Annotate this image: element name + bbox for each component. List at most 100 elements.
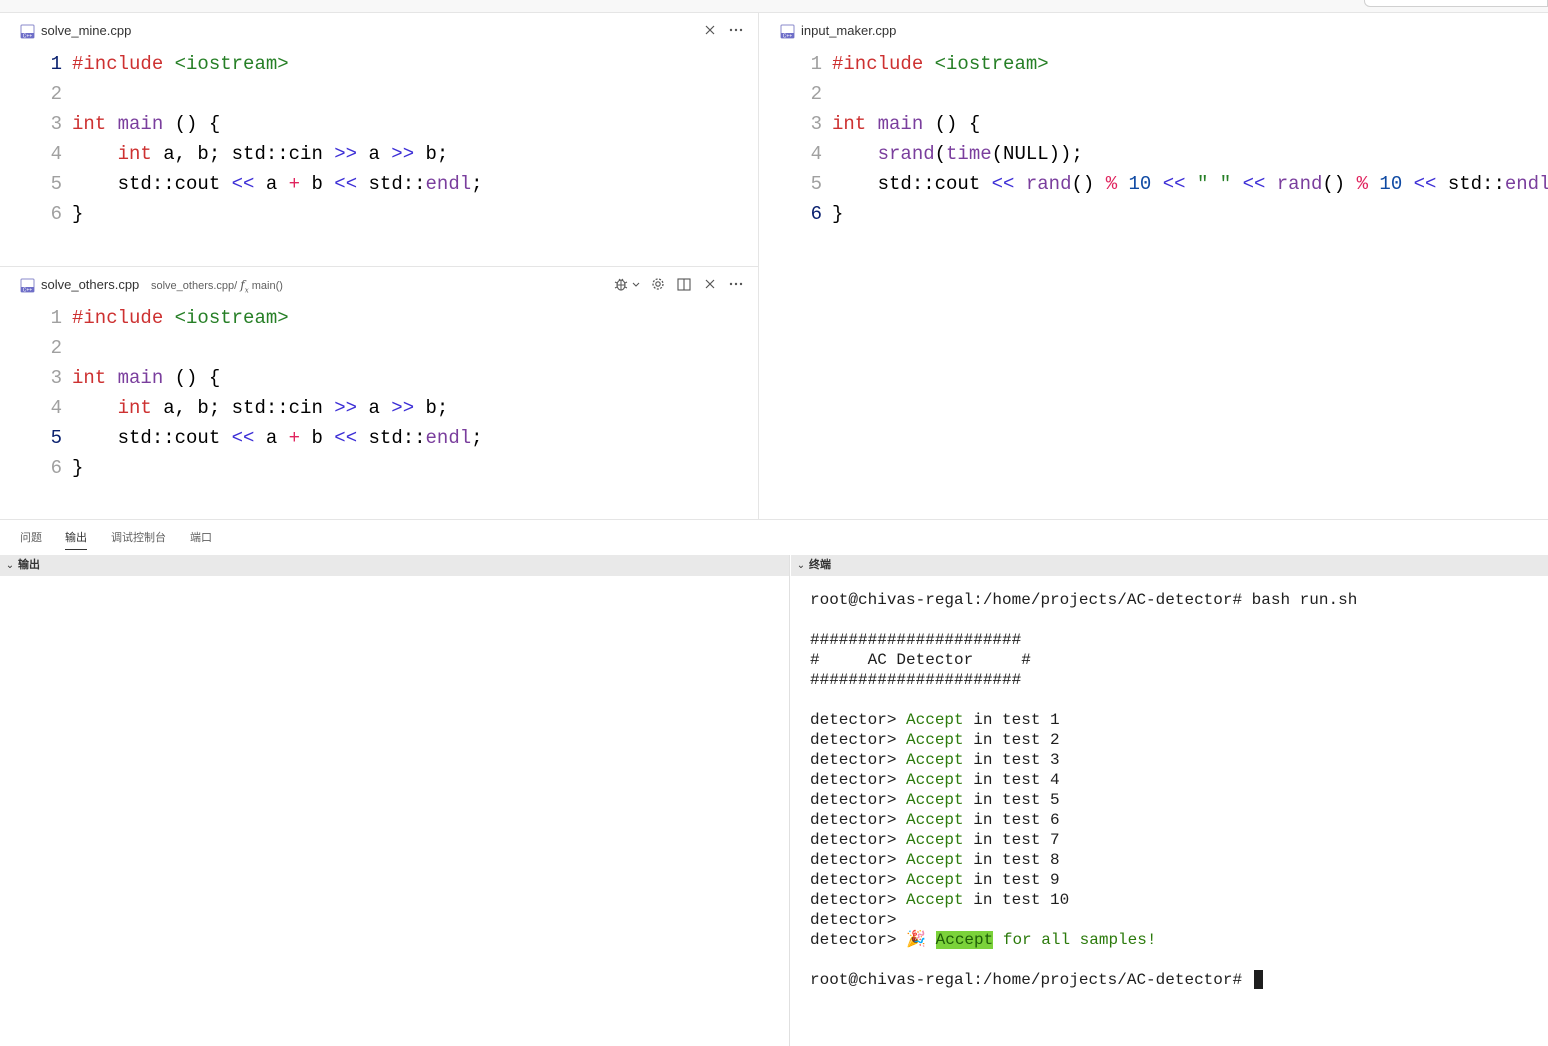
editor-solve-others[interactable]: C++ solve_others.cpp solve_others.cpp/ 𝑓… (0, 266, 758, 520)
accept-highlight: Accept (935, 931, 994, 949)
terminal-section-header[interactable]: ⌄ 终端 (791, 555, 1548, 576)
editor-filename[interactable]: input_maker.cpp (801, 23, 896, 39)
final-result-line: detector> 🎉 Accept for all samples! (810, 931, 1157, 949)
tab-debug-console[interactable]: 调试控制台 (111, 531, 166, 549)
terminal-prompt-line[interactable]: root@chivas-regal:/home/projects/AC-dete… (810, 970, 1540, 990)
code-line: 4 int a, b; std::cin >> a >> b; (0, 139, 758, 169)
line-number: 1 (50, 53, 62, 75)
svg-text:C++: C++ (23, 33, 33, 39)
breadcrumb-file[interactable]: solve_others.cpp/ (151, 280, 237, 292)
test-result-line: detector> Accept in test 9 (810, 871, 1060, 889)
code-line: 6} (0, 199, 758, 229)
code-line: 5 std::cout << rand() % 10 << " " << ran… (760, 169, 1548, 199)
line-number: 6 (810, 203, 822, 225)
line-number: 6 (50, 203, 62, 225)
gear-icon[interactable] (650, 276, 666, 292)
line-number: 4 (50, 143, 62, 165)
line-number: 2 (50, 83, 62, 105)
tab-problems[interactable]: 问题 (20, 531, 42, 549)
debug-icon[interactable] (614, 276, 640, 292)
terminal-cursor (1253, 970, 1263, 990)
code-line: 4 int a, b; std::cin >> a >> b; (0, 393, 758, 423)
test-result-line: detector> Accept in test 7 (810, 831, 1060, 849)
test-result-line: detector> Accept in test 2 (810, 731, 1060, 749)
banner-line: # AC Detector # (810, 651, 1031, 669)
test-result-line: detector> Accept in test 8 (810, 851, 1060, 869)
svg-text:C++: C++ (23, 287, 33, 293)
code-line: 2 (760, 79, 1548, 109)
code-area[interactable]: 1 #include <iostream> 2 3 int main () { 4 … (0, 49, 758, 229)
editor-filename[interactable]: solve_mine.cpp (41, 23, 131, 39)
code-line: 2 (0, 79, 758, 109)
more-icon[interactable] (728, 276, 744, 292)
code-line: 6} (760, 199, 1548, 229)
window-corner (1364, 0, 1548, 7)
breadcrumb-symbol[interactable]: main() (252, 280, 283, 292)
more-icon[interactable] (728, 22, 744, 38)
line-number: 3 (810, 113, 822, 135)
cpp-file-icon: C++ (780, 24, 795, 39)
editor-tab-header: C++ solve_others.cpp solve_others.cpp/ 𝑓… (0, 267, 758, 303)
party-popper-icon: 🎉 (906, 931, 926, 949)
close-icon[interactable] (702, 276, 718, 292)
editor-solve-mine[interactable]: C++ solve_mine.cpp 1 #include <iostream> … (0, 13, 758, 266)
output-section-header[interactable]: ⌄ 输出 (0, 555, 789, 576)
title-bar (0, 0, 1548, 13)
test-result-line: detector> Accept in test 1 (810, 711, 1060, 729)
code-line: 5 std::cout << a + b << std::endl; (0, 423, 758, 453)
line-number: 4 (50, 397, 62, 419)
code-area[interactable]: 1 #include <iostream> 2 3 int main () { 4 … (0, 303, 758, 483)
terminal-line: root@chivas-regal:/home/projects/AC-dete… (810, 591, 1358, 609)
line-number: 1 (50, 307, 62, 329)
terminal-line: detector> (810, 911, 897, 929)
breadcrumb[interactable]: solve_others.cpp/ 𝑓x main() (151, 278, 283, 297)
code-line: 3 int main () { (760, 109, 1548, 139)
line-number: 3 (50, 113, 62, 135)
code-line: 3 int main () { (0, 109, 758, 139)
test-result-line: detector> Accept in test 3 (810, 751, 1060, 769)
chevron-down-icon: ⌄ (796, 560, 806, 571)
code-line: 1 #include <iostream> (0, 49, 758, 79)
tab-ports[interactable]: 端口 (190, 531, 212, 549)
editor-filename[interactable]: solve_others.cpp (41, 277, 139, 293)
tab-output[interactable]: 输出 (65, 531, 87, 550)
test-result-line: detector> Accept in test 6 (810, 811, 1060, 829)
editor-tab-header: C++ input_maker.cpp (760, 13, 1548, 49)
terminal-header-label: 终端 (809, 559, 831, 571)
line-number: 4 (810, 143, 822, 165)
panel-split-divider[interactable] (789, 555, 790, 1046)
code-line: 6} (0, 453, 758, 483)
line-number: 5 (50, 173, 62, 195)
code-area[interactable]: 1 #include <iostream> 2 3 int main () { 4 … (760, 49, 1548, 229)
editor-tab-header: C++ solve_mine.cpp (0, 13, 758, 49)
line-number: 2 (50, 337, 62, 359)
chevron-down-icon: ⌄ (5, 560, 15, 571)
code-line: 1 #include <iostream> (760, 49, 1548, 79)
svg-text:C++: C++ (783, 33, 793, 39)
line-number: 6 (50, 457, 62, 479)
close-icon[interactable] (702, 22, 718, 38)
output-header-label: 输出 (18, 559, 40, 571)
line-number: 5 (50, 427, 62, 449)
code-line: 5 std::cout << a + b << std::endl; (0, 169, 758, 199)
panel-tab-bar: 问题 输出 调试控制台 端口 (0, 519, 1548, 553)
code-line: 2 (0, 333, 758, 363)
code-line: 4 srand(time(NULL)); (760, 139, 1548, 169)
split-editor-icon[interactable] (676, 276, 692, 292)
banner-line: ###################### (810, 631, 1022, 649)
test-result-line: detector> Accept in test 5 (810, 791, 1060, 809)
editor-split-divider[interactable] (758, 13, 759, 519)
test-result-line: detector> Accept in test 10 (810, 891, 1070, 909)
line-number: 5 (810, 173, 822, 195)
code-line: 1 #include <iostream> (0, 303, 758, 333)
function-icon: 𝑓x (240, 278, 249, 295)
code-line: 3 int main () { (0, 363, 758, 393)
test-result-line: detector> Accept in test 4 (810, 771, 1060, 789)
line-number: 1 (810, 53, 822, 75)
editor-input-maker[interactable]: C++ input_maker.cpp 1 #include <iostream>… (760, 13, 1548, 519)
cpp-file-icon: C++ (20, 278, 35, 293)
terminal-output[interactable]: root@chivas-regal:/home/projects/AC-dete… (810, 590, 1540, 990)
banner-line: ###################### (810, 671, 1022, 689)
line-number: 2 (810, 83, 822, 105)
line-number: 3 (50, 367, 62, 389)
